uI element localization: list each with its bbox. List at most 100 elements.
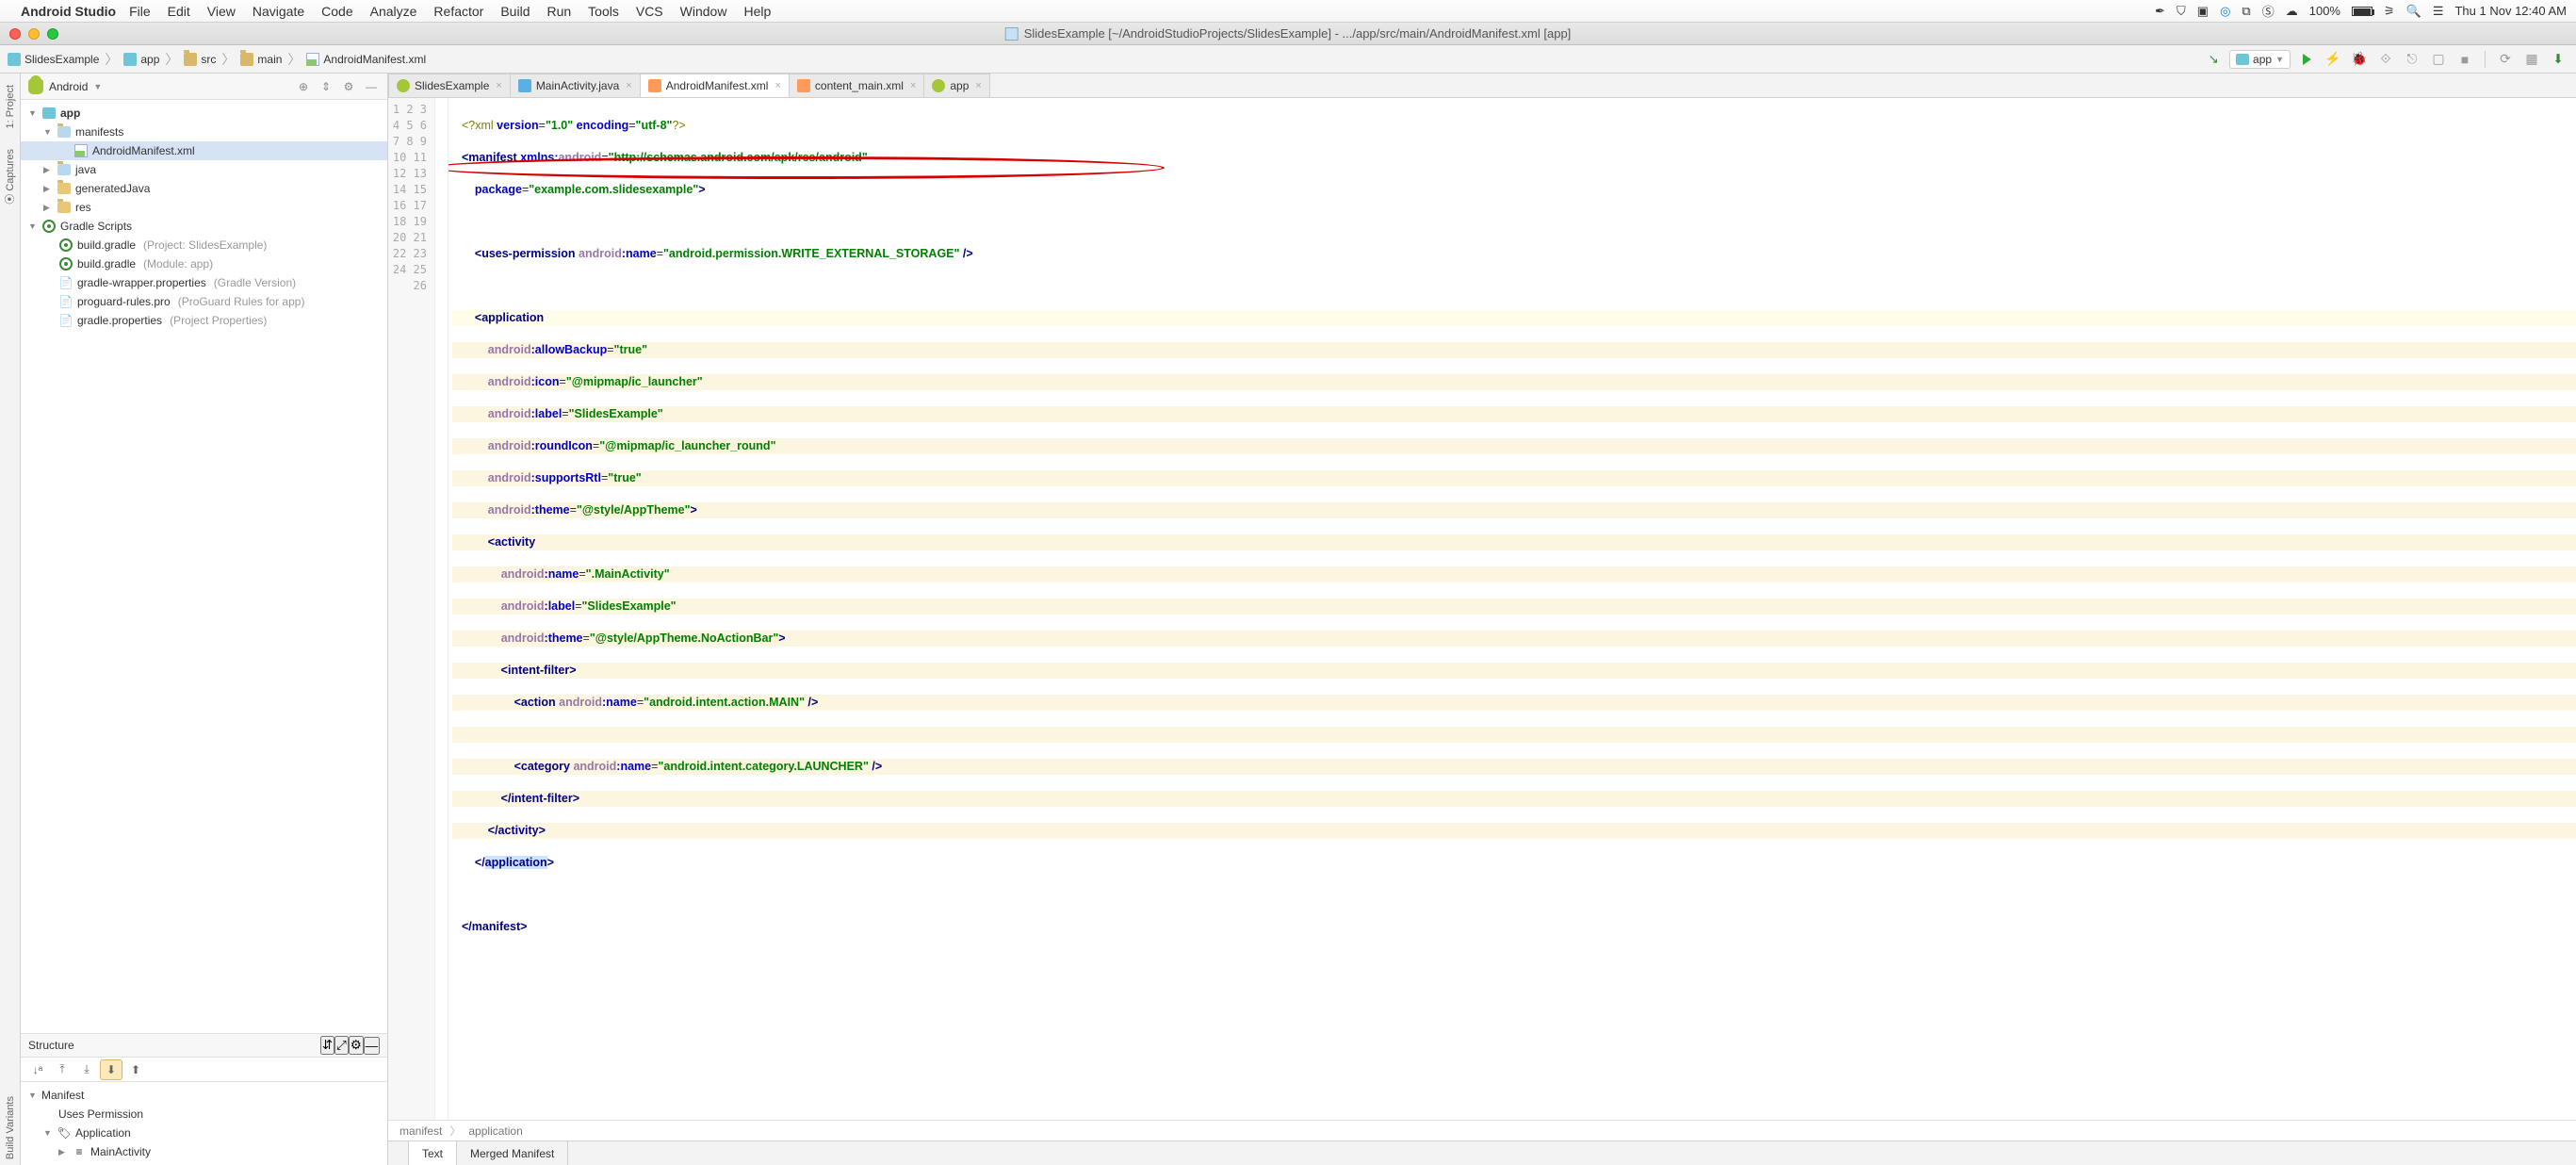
avd-button[interactable]: ▢ <box>2428 49 2449 70</box>
apply-changes-button[interactable]: ⚡ <box>2323 49 2343 70</box>
collapse-button[interactable]: ⤓ <box>75 1059 98 1080</box>
tree-java[interactable]: ▶java <box>21 160 387 179</box>
quill-icon[interactable]: ✒︎ <box>2155 4 2165 19</box>
tree-gradle-props[interactable]: 📄gradle.properties(Project Properties) <box>21 311 387 330</box>
tool-project[interactable]: 1: Project <box>5 79 16 134</box>
structure-toolbar: ↓ᵃ ⤒ ⤓ ⬇ ⬆ <box>21 1058 387 1082</box>
wifi-icon[interactable]: ⚞ <box>2384 4 2395 19</box>
editor-body[interactable]: 1 2 3 4 5 6 7 8 9 10 11 12 13 14 15 16 1… <box>388 98 2576 1120</box>
tree-res[interactable]: ▶res <box>21 198 387 217</box>
tab-text[interactable]: Text <box>409 1141 457 1165</box>
structure-settings-button[interactable]: ⚙ <box>349 1036 364 1055</box>
clock[interactable]: Thu 1 Nov 12:40 AM <box>2454 4 2567 18</box>
editor-tab-2[interactable]: AndroidManifest.xml× <box>640 74 790 97</box>
tree-proguard[interactable]: 📄proguard-rules.pro(ProGuard Rules for a… <box>21 292 387 311</box>
expand-button[interactable]: ⤒ <box>51 1059 73 1080</box>
menu-analyze[interactable]: Analyze <box>370 4 417 19</box>
menu-extras-icon[interactable]: ☰ <box>2433 4 2444 19</box>
structure-hide-button[interactable]: — <box>364 1037 380 1055</box>
tree-manifest-file[interactable]: AndroidManifest.xml <box>21 141 387 160</box>
download-button[interactable]: ⬇ <box>2548 49 2568 70</box>
editor-tab-0[interactable]: SlidesExample× <box>388 74 511 97</box>
hide-button[interactable]: — <box>363 78 380 95</box>
settings-button[interactable]: ⚙ <box>340 78 357 95</box>
sdk-button[interactable]: ▦ <box>2521 49 2542 70</box>
android-icon <box>28 79 43 94</box>
menu-code[interactable]: Code <box>321 4 352 19</box>
menu-file[interactable]: File <box>129 4 151 19</box>
battery-icon[interactable] <box>2352 7 2372 16</box>
skype-icon[interactable]: Ⓢ <box>2262 2 2274 20</box>
cloud-icon[interactable]: ☁︎ <box>2286 4 2298 19</box>
autoscroll-to-source-button[interactable]: ⬇ <box>100 1059 122 1080</box>
struct-uses-permission[interactable]: Uses Permission <box>21 1105 387 1124</box>
shield-icon[interactable]: ⛉ <box>2177 4 2186 19</box>
minimize-window-button[interactable] <box>28 28 40 40</box>
scroll-from-source-button[interactable]: ⊕ <box>295 78 312 95</box>
close-icon[interactable]: × <box>910 80 916 91</box>
close-icon[interactable]: × <box>496 80 501 91</box>
editor-tab-4[interactable]: app× <box>923 74 989 97</box>
editor-tab-1[interactable]: MainActivity.java× <box>510 74 641 97</box>
struct-main-activity[interactable]: ▶≡MainActivity <box>21 1142 387 1161</box>
stop-button[interactable]: ■ <box>2454 49 2475 70</box>
run-button[interactable] <box>2296 49 2317 70</box>
crumb-app[interactable]: app <box>123 53 159 66</box>
struct-application[interactable]: ▼🏷Application <box>21 1124 387 1142</box>
autoscroll-from-source-button[interactable]: ⬆ <box>124 1059 147 1080</box>
menu-build[interactable]: Build <box>500 4 530 19</box>
tree-wrapper-props[interactable]: 📄gradle-wrapper.properties(Gradle Versio… <box>21 273 387 292</box>
menu-vcs[interactable]: VCS <box>636 4 663 19</box>
attach-debugger-button[interactable]: ⎋ <box>2402 49 2422 70</box>
menu-help[interactable]: Help <box>743 4 771 19</box>
menu-navigate[interactable]: Navigate <box>253 4 304 19</box>
tab-merged-manifest[interactable]: Merged Manifest <box>457 1141 568 1165</box>
chevron-down-icon[interactable]: ▼ <box>93 82 102 91</box>
menu-view[interactable]: View <box>207 4 236 19</box>
tree-build-gradle-module[interactable]: build.gradle(Module: app) <box>21 254 387 273</box>
collapse-all-button[interactable]: ⇕ <box>318 78 334 95</box>
sync-button[interactable]: ⟳ <box>2495 49 2516 70</box>
editor-tab-3[interactable]: content_main.xml× <box>789 74 924 97</box>
spotlight-icon[interactable]: 🔍 <box>2406 4 2421 19</box>
editor-crumb-manifest[interactable]: manifest <box>399 1124 442 1138</box>
structure-expand-button[interactable]: ⤢ <box>334 1036 349 1055</box>
sort-alpha-button[interactable]: ↓ᵃ <box>26 1059 49 1080</box>
struct-manifest[interactable]: ▼Manifest <box>21 1086 387 1105</box>
tree-manifests[interactable]: ▼manifests <box>21 123 387 141</box>
menu-tools[interactable]: Tools <box>588 4 619 19</box>
tree-app[interactable]: ▼app <box>21 104 387 123</box>
structure-sort-button[interactable]: ⇵ <box>320 1036 334 1055</box>
tool-captures[interactable]: ⦿ Captures <box>3 143 18 210</box>
menu-run[interactable]: Run <box>546 4 571 19</box>
teamviewer-icon[interactable]: ◎ <box>2220 4 2230 19</box>
tree-gradle-scripts[interactable]: ▼Gradle Scripts <box>21 217 387 236</box>
app-name[interactable]: Android Studio <box>21 4 116 19</box>
menu-window[interactable]: Window <box>680 4 727 19</box>
code-area[interactable]: <?xml version="1.0" encoding="utf-8"?> <… <box>448 98 2576 1120</box>
close-icon[interactable]: × <box>975 80 981 91</box>
profile-button[interactable]: ⟐ <box>2375 49 2396 70</box>
debug-button[interactable]: 🐞 <box>2349 49 2370 70</box>
tool-build-variants[interactable]: Build Variants <box>5 1091 16 1165</box>
make-button[interactable]: ↘ <box>2203 49 2224 70</box>
close-icon[interactable]: × <box>774 80 780 91</box>
toolbox-icon[interactable]: ▣ <box>2197 4 2209 19</box>
crumb-project[interactable]: SlidesExample <box>8 53 99 66</box>
editor-area: SlidesExample×MainActivity.java×AndroidM… <box>388 74 2576 1165</box>
tree-build-gradle-project[interactable]: build.gradle(Project: SlidesExample) <box>21 236 387 254</box>
project-view-label[interactable]: Android <box>49 80 88 93</box>
crumb-main[interactable]: main <box>240 53 282 66</box>
close-icon[interactable]: × <box>626 80 631 91</box>
crumb-file[interactable]: AndroidManifest.xml <box>306 53 426 66</box>
run-config-selector[interactable]: app ▼ <box>2229 50 2291 69</box>
tree-generated-java[interactable]: ▶generatedJava <box>21 179 387 198</box>
editor-crumb-application[interactable]: application <box>468 1124 522 1138</box>
crumb-src[interactable]: src <box>184 53 216 66</box>
battery-percent[interactable]: 100% <box>2309 4 2340 18</box>
menu-edit[interactable]: Edit <box>168 4 190 19</box>
screens-icon[interactable]: ⧉ <box>2242 4 2250 19</box>
zoom-window-button[interactable] <box>47 28 58 40</box>
menu-refactor[interactable]: Refactor <box>433 4 483 19</box>
close-window-button[interactable] <box>9 28 21 40</box>
